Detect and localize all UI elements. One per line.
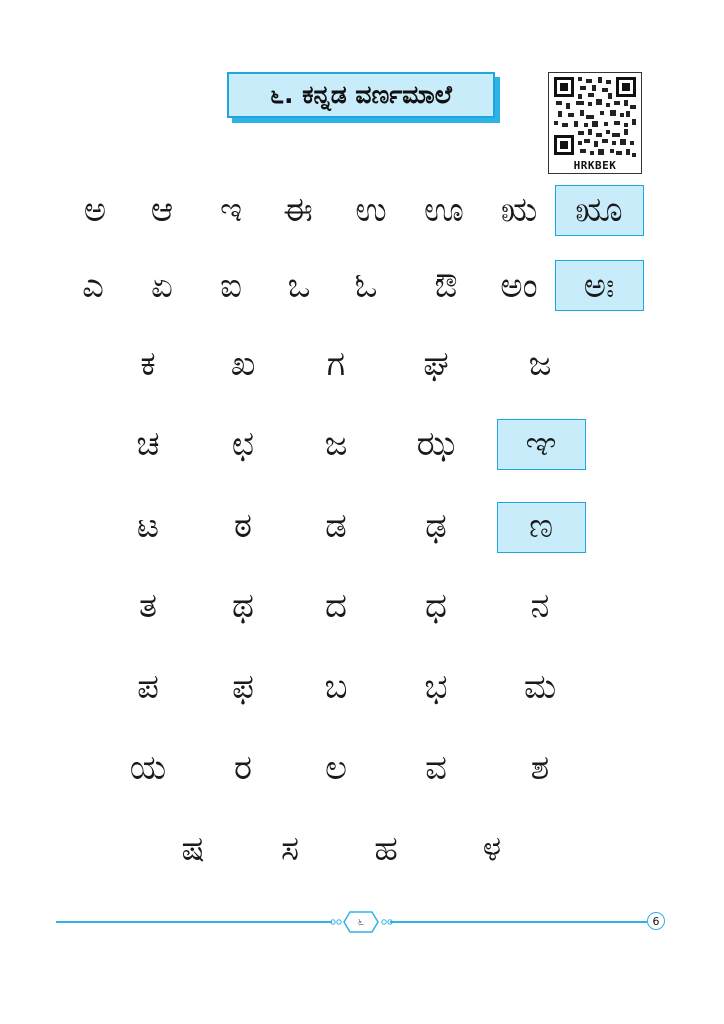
consonant-letter: ನ [530,586,550,626]
chapter-title: ೬. ಕನ್ನಡ ವರ್ಣಮಾಲೆ [227,72,495,118]
consonant-letter: ರ [234,748,252,788]
qr-code: HRKBEK [548,72,642,174]
vowel-letter: ಊ [424,190,464,230]
consonant-letter: ದ [325,586,347,626]
consonant-letter: ತ [138,586,158,626]
consonant-letter: ಘ [423,344,449,384]
consonant-letter: ಜ [324,424,348,464]
vowel-letter: ೠ [575,190,623,230]
footer-rule-right [390,921,647,923]
vowel-letter: ಅಃ [583,266,615,306]
vowel-letter: ಓ [354,266,378,306]
vowel-letter: ಐ [220,266,242,306]
consonant-letter: ಪ [137,667,159,707]
consonant-letter: ಯ [129,748,167,788]
vowel-letter: ಔ [434,266,458,306]
vowel-letter: ಆ [150,190,174,230]
consonant-letter: ಶ [530,748,550,788]
vowel-letter: ಅಂ [500,266,538,306]
consonant-letter: ಗ [326,344,346,384]
consonant-letter: ಸ [280,829,300,869]
vowel-letter: ಈ [283,190,313,230]
consonant-letter: ಫ [232,667,254,707]
consonant-letter: ಲ [324,748,348,788]
footer-chapter-label: ೬ [357,915,365,928]
vowel-letter: ಉ [355,190,387,230]
footer-ornament-right-icon [381,919,393,925]
consonant-letter: ಚ [136,424,160,464]
vowel-letter: ಒ [287,266,311,306]
consonant-letter: ಭ [424,667,448,707]
vowel-letter: ಎ [82,266,104,306]
consonant-letter: ಝ [416,424,456,464]
consonant-letter: ಳ [482,829,502,869]
consonant-letter: ಣ [528,506,554,546]
consonant-letter: ಹ [374,829,398,869]
consonant-letter: ವ [425,748,447,788]
consonant-letter: ಷ [181,829,205,869]
consonant-letter: ಥ [232,586,254,626]
vowel-letter: ಏ [151,266,173,306]
consonant-letter: ಮ [523,667,557,707]
vowel-letter: ಅ [83,190,107,230]
footer-ornament-left-icon [330,919,342,925]
qr-code-icon [554,77,636,157]
consonant-letter: ಟ [136,506,160,546]
qr-code-label: HRKBEK [573,159,617,172]
consonant-letter: ಠ [234,506,252,546]
consonant-letter: ಛ [231,424,255,464]
consonant-letter: ಬ [324,667,348,707]
consonant-letter: ಖ [230,344,256,384]
vowel-letter: ಋ [500,190,538,230]
chapter-title-text: ೬. ಕನ್ನಡ ವರ್ಣಮಾಲೆ [270,80,452,109]
page-number: 6 [647,912,665,930]
consonant-letter: ಡ [325,506,347,546]
consonant-letter: ಞ [525,424,557,464]
consonant-letter: ಜ [528,344,552,384]
footer-rule-left [56,921,332,923]
consonant-letter: ಢ [425,506,447,546]
vowel-letter: ಇ [219,190,243,230]
consonant-letter: ಕ [140,344,156,384]
consonant-letter: ಧ [425,586,447,626]
